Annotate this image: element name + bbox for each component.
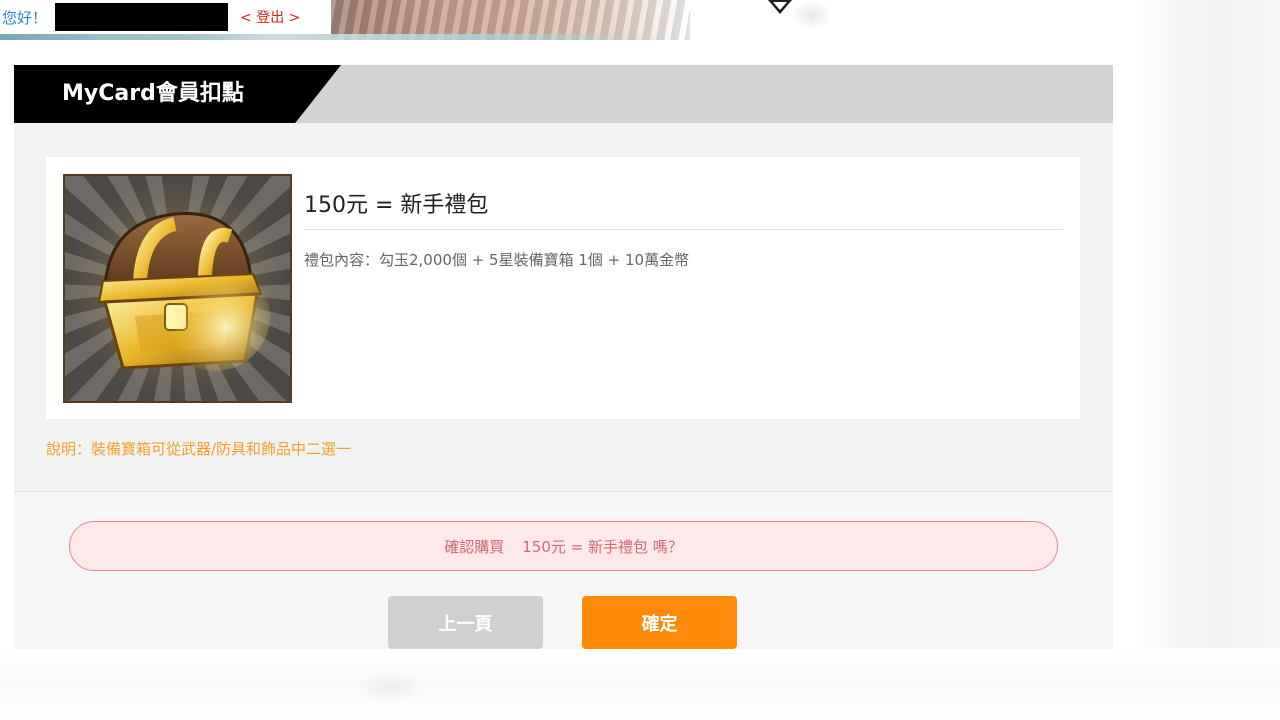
treasure-chest-icon — [63, 174, 292, 403]
confirm-message: 確認購買 150元 = 新手禮包 嗎？ — [69, 521, 1058, 571]
confirm-button[interactable]: 確定 — [582, 596, 737, 649]
confirm-question: 確認購買 — [444, 537, 505, 556]
user-greeting-bar: 您好！ < 登出 > — [0, 0, 331, 34]
product-description: 禮包內容：勾玉2,000個 + 5星裝備寶箱 1個 + 10萬金幣 — [304, 251, 690, 269]
product-title: 150元 = 新手禮包 — [304, 193, 489, 218]
confirm-item: 150元 = 新手禮包 嗎？ — [522, 537, 683, 556]
product-divider — [304, 229, 1063, 230]
panel-footer: 確認購買 150元 = 新手禮包 嗎？ 上一頁 確定 — [14, 492, 1113, 649]
emblem-icon — [768, 0, 792, 14]
product-card: 150元 = 新手禮包 禮包內容：勾玉2,000個 + 5星裝備寶箱 1個 + … — [46, 157, 1080, 419]
back-button[interactable]: 上一頁 — [388, 596, 543, 649]
product-note: 說明：裝備寶箱可從武器/防具和飾品中二選一 — [46, 440, 352, 458]
background-art-right — [1135, 0, 1280, 720]
banner-flare — [790, 0, 830, 30]
redacted-username — [55, 3, 229, 31]
logout-link[interactable]: < 登出 > — [240, 7, 300, 27]
banner-edge — [0, 34, 680, 40]
treasure-chest-icon — [97, 211, 270, 371]
background-art-bottom — [0, 648, 1280, 720]
panel-header: MyCard會員扣點 — [14, 65, 1113, 123]
purchase-panel: MyCard會員扣點 150元 = 新手禮包 禮包內容：勾玉2,000個 + 5… — [14, 65, 1113, 649]
panel-body: 150元 = 新手禮包 禮包內容：勾玉2,000個 + 5星裝備寶箱 1個 + … — [14, 123, 1113, 492]
greeting-text: 您好！ — [2, 8, 48, 27]
background-smudge — [355, 670, 425, 704]
panel-title: MyCard會員扣點 — [62, 81, 244, 106]
